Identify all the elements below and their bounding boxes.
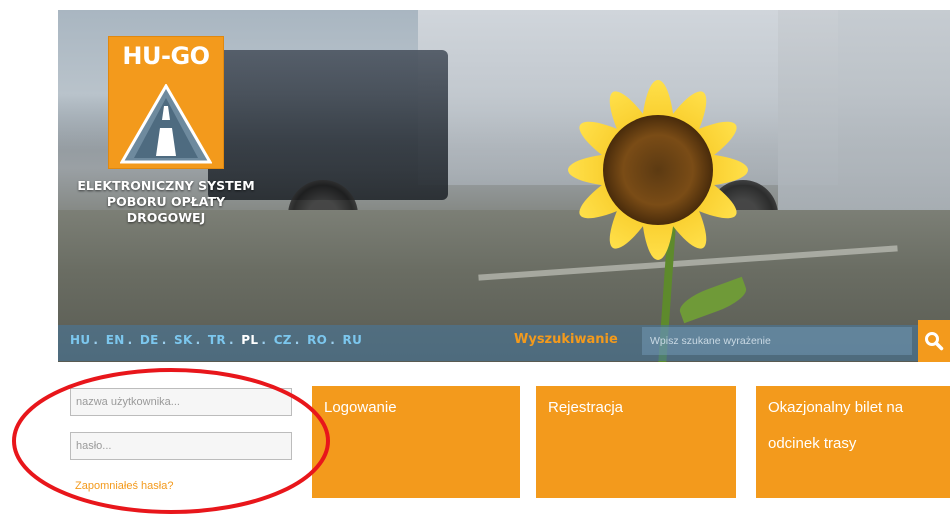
lang-cz[interactable]: CZ bbox=[274, 333, 292, 347]
lang-en[interactable]: EN bbox=[106, 333, 125, 347]
lang-separator: . bbox=[330, 333, 336, 347]
lang-de[interactable]: DE bbox=[140, 333, 159, 347]
search-button[interactable] bbox=[918, 320, 950, 362]
lang-separator: . bbox=[261, 333, 267, 347]
lang-separator: . bbox=[161, 333, 167, 347]
system-name-line: DROGOWEJ bbox=[126, 210, 206, 225]
register-tile[interactable]: Rejestracja bbox=[536, 386, 736, 498]
lang-pl[interactable]: PL bbox=[241, 333, 258, 347]
system-name: ELEKTRONICZNY SYSTEM POBORU OPŁATY DROGO… bbox=[66, 178, 266, 226]
login-tile[interactable]: Logowanie bbox=[312, 386, 520, 498]
lang-tr[interactable]: TR bbox=[208, 333, 226, 347]
road-triangle-icon bbox=[120, 84, 212, 164]
search-label: Wyszukiwanie bbox=[514, 332, 618, 347]
lang-separator: . bbox=[127, 333, 133, 347]
lang-hu[interactable]: HU bbox=[70, 333, 90, 347]
highlight-oval bbox=[12, 368, 330, 514]
search-input[interactable] bbox=[642, 327, 912, 355]
system-name-line: POBORU OPŁATY bbox=[106, 194, 226, 209]
lang-ro[interactable]: RO bbox=[307, 333, 327, 347]
lang-sk[interactable]: SK bbox=[174, 333, 193, 347]
hu-go-logo[interactable]: HU-GO bbox=[108, 36, 224, 169]
truck-trailer-rear bbox=[778, 10, 950, 210]
lang-ru[interactable]: RU bbox=[343, 333, 363, 347]
lang-separator: . bbox=[195, 333, 201, 347]
system-name-line: ELEKTRONICZNY SYSTEM bbox=[77, 178, 255, 193]
logo-title: HU-GO bbox=[122, 42, 210, 70]
lang-separator: . bbox=[294, 333, 300, 347]
lang-separator: . bbox=[228, 333, 234, 347]
search-icon bbox=[925, 332, 944, 351]
lang-separator: . bbox=[93, 333, 99, 347]
sunflower-center bbox=[603, 115, 713, 225]
language-selector: HU. EN. DE. SK. TR. PL. CZ. RO. RU bbox=[70, 333, 362, 347]
occasional-ticket-tile[interactable]: Okazjonalny bilet na odcinek trasy bbox=[756, 386, 950, 498]
